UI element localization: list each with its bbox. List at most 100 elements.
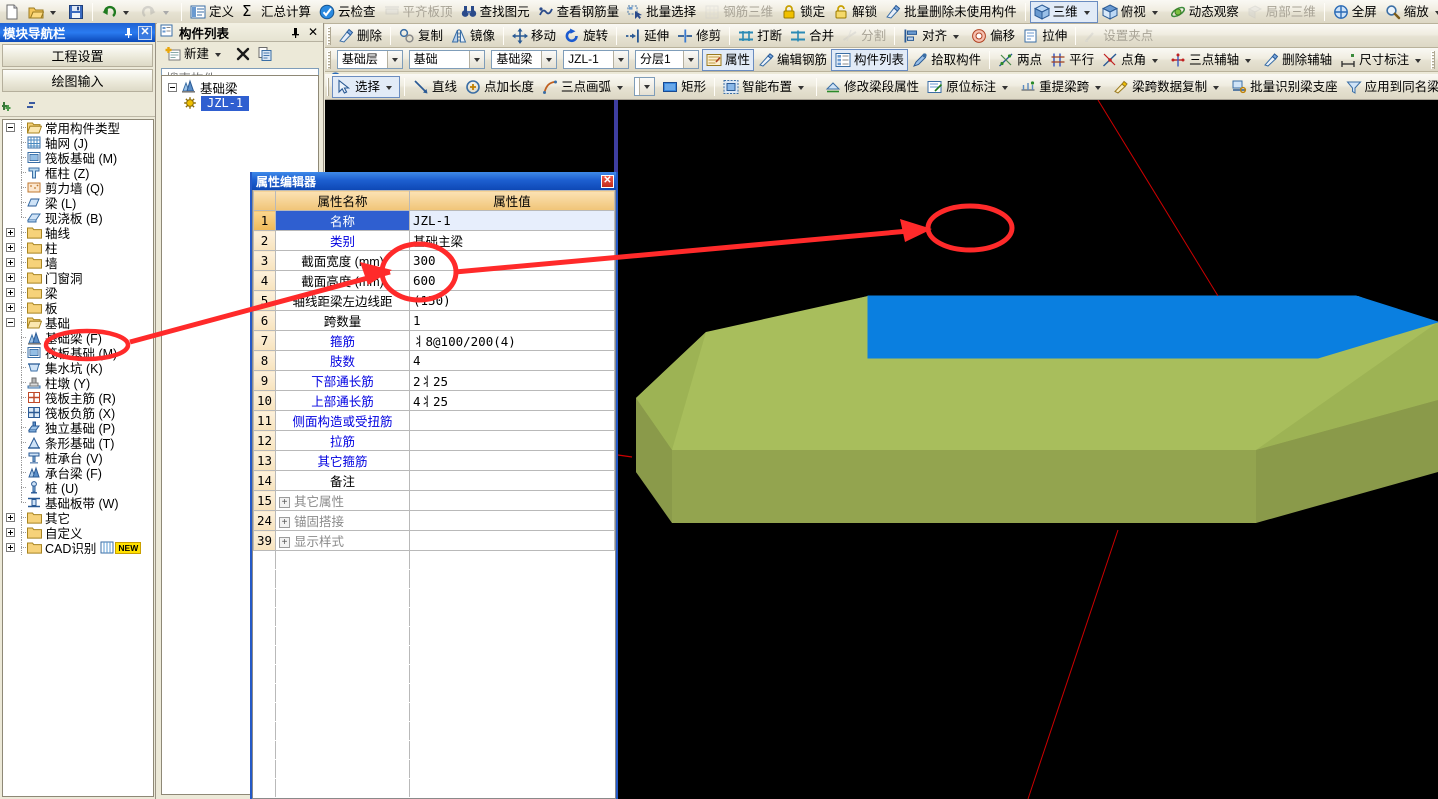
re-pick-span-button[interactable]: 重提梁跨 — [1016, 76, 1109, 98]
view-3d-button[interactable]: 三维 — [1029, 0, 1098, 23]
nav-button-project-settings[interactable]: 工程设置 — [2, 44, 153, 67]
cloud-check-button[interactable]: 云检查 — [315, 1, 380, 23]
offset-button[interactable]: 偏移 — [967, 25, 1019, 47]
property-value-cell[interactable]: 4丬25 — [409, 390, 615, 411]
property-value-cell[interactable] — [409, 490, 615, 511]
property-row[interactable]: 14 备注 — [253, 470, 615, 491]
delete-aux-axis-button[interactable]: 删除辅轴 — [1259, 49, 1336, 71]
view-rebar-qty-button[interactable]: 查看钢筋量 — [534, 1, 624, 23]
property-editor-dialog[interactable]: 属性编辑器 ✕ 属性名称 属性值 1 名称 JZL-1 2 类别 基础主梁 3 截面宽度 (m… — [250, 172, 618, 799]
property-name-cell[interactable]: 跨数量 — [275, 310, 410, 331]
define-button[interactable]: 定义 — [186, 1, 238, 23]
expand-toggle-icon[interactable]: + — [279, 517, 290, 529]
property-row[interactable]: 1 名称 JZL-1 — [253, 210, 615, 231]
component-tree-root[interactable]: 基础梁 — [162, 79, 318, 96]
property-name-cell[interactable]: 箍筋 — [275, 330, 410, 351]
dynamic-observe-button[interactable]: 动态观察 — [1166, 1, 1243, 23]
save-icon[interactable] — [68, 4, 84, 20]
property-value-cell[interactable]: 1 — [409, 310, 615, 331]
modify-beam-segment-button[interactable]: 修改梁段属性 — [821, 76, 923, 98]
collapse-toggle-icon[interactable] — [5, 315, 16, 330]
two-point-axis-button[interactable]: 两点 — [994, 49, 1046, 71]
expand-toggle-icon[interactable] — [5, 285, 16, 300]
chevron-down-icon[interactable] — [1002, 85, 1009, 90]
nav-tree-item[interactable]: 柱 — [3, 240, 153, 256]
collapse-all-icon[interactable] — [20, 98, 36, 114]
extend-button[interactable]: 延伸 — [621, 25, 673, 47]
align-button[interactable]: 对齐 — [899, 25, 967, 47]
property-row[interactable]: 10 上部通长筋 4丬25 — [253, 390, 615, 411]
component-combo[interactable]: JZL-1 — [563, 50, 629, 69]
model-3d-viewport[interactable] — [618, 100, 1438, 799]
property-name-cell[interactable]: 类别 — [275, 230, 410, 251]
property-value-cell[interactable]: 基础主梁 — [409, 230, 615, 251]
property-row[interactable]: 4 截面高度 (mm) 600 — [253, 270, 615, 291]
in-situ-annotation-button[interactable]: 原位标注 — [923, 76, 1016, 98]
nav-button-drawing-input[interactable]: 绘图输入 — [2, 69, 153, 92]
nav-tree-item[interactable]: 现浇板 (B) — [3, 210, 153, 226]
component-list-button[interactable]: 构件列表 — [831, 48, 909, 71]
property-name-cell[interactable]: 截面宽度 (mm) — [275, 250, 410, 271]
nav-tree-item[interactable]: 剪力墙 (Q) — [3, 180, 153, 196]
chevron-down-icon[interactable] — [1152, 58, 1159, 63]
smart-layout-button[interactable]: 智能布置 — [719, 76, 812, 98]
expand-toggle-icon[interactable] — [5, 240, 16, 255]
property-value-cell[interactable] — [409, 510, 615, 531]
nav-tree-item[interactable]: 梁 — [3, 285, 153, 301]
nav-tree-item[interactable]: 门窗洞 — [3, 270, 153, 286]
property-row[interactable]: 7 箍筋 丬8@100/200(4) — [253, 330, 615, 351]
copy-button[interactable]: 复制 — [395, 25, 447, 47]
delete-button[interactable]: 删除 — [334, 25, 386, 47]
expand-toggle-icon[interactable] — [5, 225, 16, 240]
chevron-down-icon[interactable] — [1415, 58, 1422, 63]
property-name-cell[interactable]: 侧面构造或受扭筋 — [275, 410, 410, 431]
property-value-cell[interactable]: 300 — [409, 250, 615, 271]
delete-x-icon[interactable] — [235, 46, 251, 62]
span-data-copy-button[interactable]: 梁跨数据复制 — [1109, 76, 1227, 98]
property-name-cell[interactable]: 肢数 — [275, 350, 410, 371]
property-name-cell[interactable]: 上部通长筋 — [275, 390, 410, 411]
batch-identify-support-button[interactable]: 批量识别梁支座 — [1227, 76, 1342, 98]
property-group-name[interactable]: + 显示样式 — [275, 530, 410, 551]
chevron-down-icon[interactable] — [123, 10, 129, 15]
expand-toggle-icon[interactable] — [5, 270, 16, 285]
new-component-button[interactable]: 新建 — [161, 43, 229, 65]
new-file-icon[interactable] — [4, 4, 20, 20]
property-value-cell[interactable] — [409, 530, 615, 551]
property-row[interactable]: 11 侧面构造或受扭筋 — [253, 410, 615, 431]
redo-icon[interactable] — [141, 4, 157, 20]
rotate-button[interactable]: 旋转 — [560, 25, 612, 47]
expand-toggle-icon[interactable] — [5, 510, 16, 525]
expand-toggle-icon[interactable] — [5, 540, 16, 555]
property-name-cell[interactable]: 轴线距梁左边线距 — [275, 290, 410, 311]
property-row[interactable]: 15 + 其它属性 — [253, 490, 615, 511]
copy-icon[interactable] — [257, 46, 273, 62]
chevron-down-icon[interactable] — [1151, 10, 1158, 15]
zoom-button[interactable]: 缩放 — [1381, 1, 1438, 23]
property-value-cell[interactable]: 丬8@100/200(4) — [409, 330, 615, 351]
undo-icon[interactable] — [101, 4, 117, 20]
chevron-down-icon[interactable] — [469, 51, 485, 68]
chevron-down-icon[interactable] — [639, 78, 655, 95]
open-file-icon[interactable] — [28, 4, 44, 20]
mirror-button[interactable]: 镜像 — [447, 25, 499, 47]
property-table[interactable]: 属性名称 属性值 1 名称 JZL-1 2 类别 基础主梁 3 截面宽度 (mm) 300 4 截面… — [253, 190, 615, 798]
chevron-down-icon[interactable] — [1213, 85, 1220, 90]
find-element-button[interactable]: 查找图元 — [457, 1, 534, 23]
batch-delete-unused-button[interactable]: 批量删除未使用构件 — [881, 1, 1021, 23]
trim-button[interactable]: 修剪 — [673, 25, 725, 47]
line-tool-button[interactable]: 直线 — [409, 76, 461, 98]
new-file-icon[interactable] — [0, 1, 24, 23]
expand-toggle-icon[interactable] — [5, 300, 16, 315]
property-value-cell[interactable]: 600 — [409, 270, 615, 291]
element-type-combo[interactable]: 基础梁 — [491, 50, 558, 69]
component-type-tree[interactable]: 常用构件类型 轴网 (J) 筏板基础 (M) 框柱 (Z) 剪力墙 (Q) 梁 (L) 现浇… — [2, 119, 154, 797]
parallel-axis-button[interactable]: 平行 — [1046, 49, 1098, 71]
chevron-down-icon[interactable] — [215, 53, 222, 57]
collapse-toggle-icon[interactable] — [5, 120, 16, 135]
property-row[interactable]: 9 下部通长筋 2丬25 — [253, 370, 615, 391]
three-point-aux-axis-button[interactable]: 三点辅轴 — [1166, 49, 1259, 71]
save-icon[interactable] — [64, 1, 88, 23]
fullscreen-button[interactable]: 全屏 — [1329, 1, 1381, 23]
rectangle-button[interactable]: 矩形 — [658, 76, 710, 98]
